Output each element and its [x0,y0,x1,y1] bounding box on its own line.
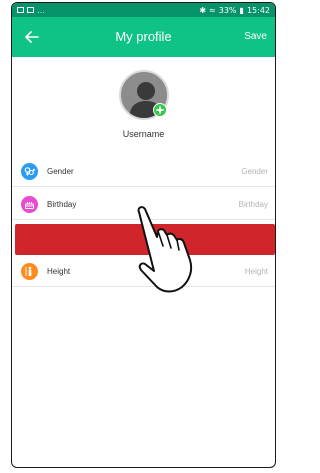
person-height-icon [21,263,38,280]
more-notifications-icon: … [37,5,45,15]
row-label-gender: Gender [47,167,74,176]
username-label: Username [122,129,165,139]
row-gender[interactable]: Gender Gender [12,157,275,187]
save-button[interactable]: Save [244,17,267,57]
battery-percent: 33% [218,5,237,15]
row-value-height: Height [244,267,268,276]
cake-icon [21,196,38,213]
status-bar: … ✱ ≈ 33% ▮ 15:42 [12,3,275,17]
clock: 15:42 [246,5,270,15]
status-system-icons: ✱ ≈ 33% ▮ 15:42 [199,6,270,15]
app-bar: My profile Save [12,17,275,57]
image-notification-icon [17,7,24,13]
add-photo-icon[interactable] [153,103,167,117]
bluetooth-icon: ✱ [199,5,207,15]
status-notification-icons: … [17,6,45,15]
back-arrow-icon[interactable] [22,27,42,47]
tap-hand-icon [137,206,193,293]
row-value-gender: Gender [241,167,268,176]
row-value-birthday: Birthday [238,200,268,209]
row-label-height: Height [47,267,71,276]
gallery-notification-icon [27,7,34,13]
wifi-icon: ≈ [209,5,216,15]
page-title: My profile [115,29,172,44]
gender-icon [21,163,38,180]
row-label-birthday: Birthday [47,200,77,209]
battery-icon: ▮ [239,5,244,15]
